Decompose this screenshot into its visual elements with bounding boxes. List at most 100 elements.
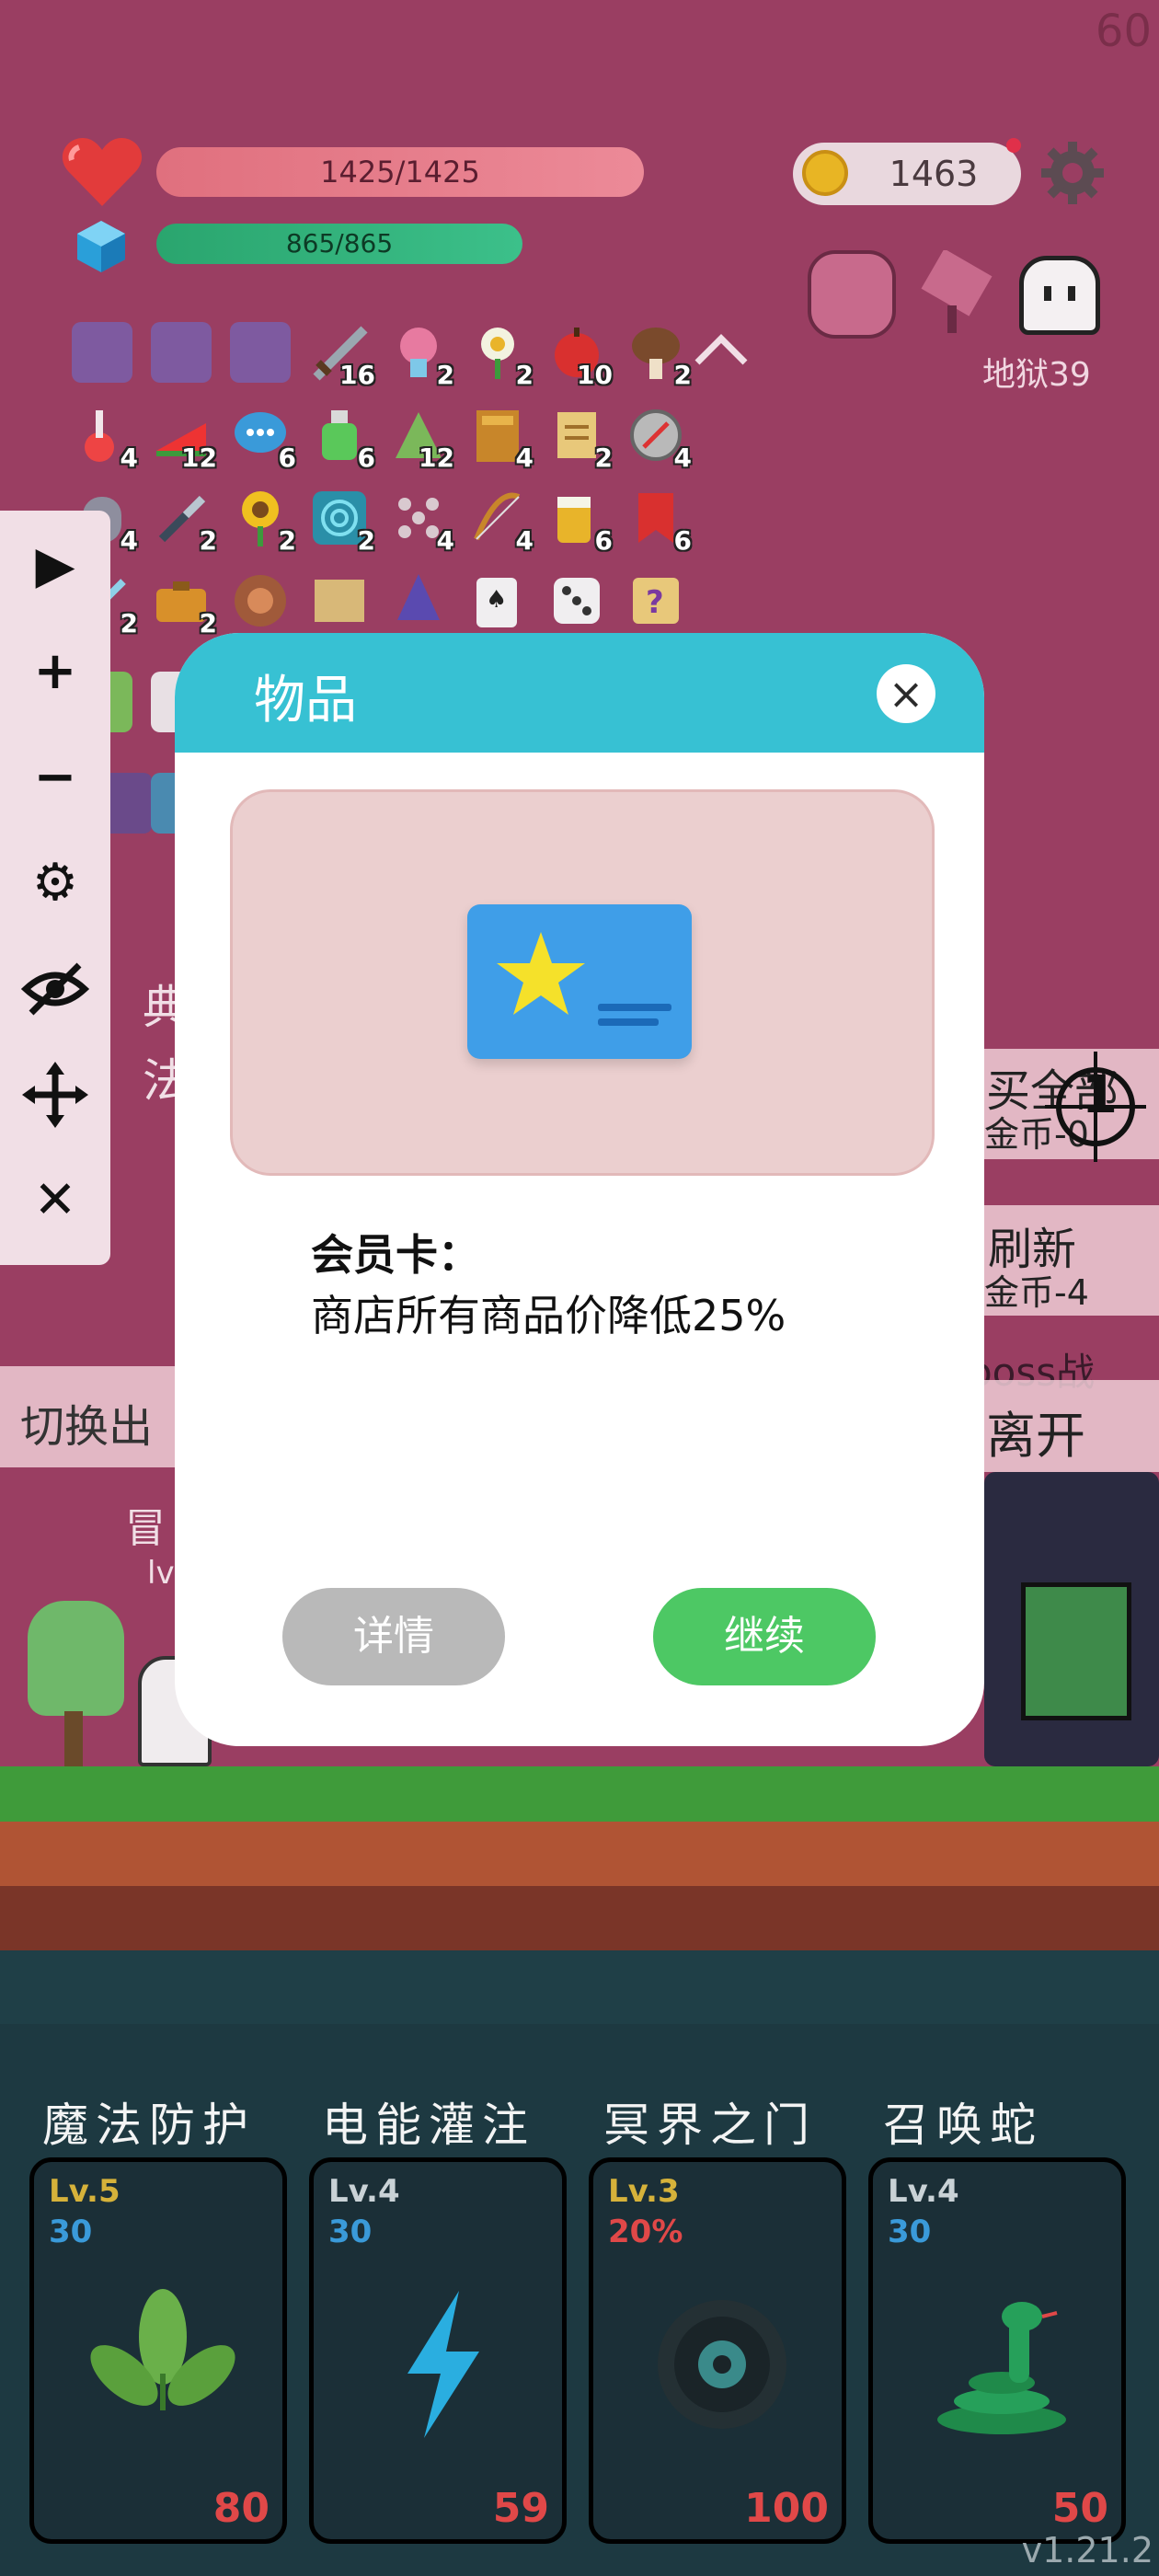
dirt bbox=[0, 1822, 1159, 1886]
inventory-item[interactable] bbox=[388, 570, 449, 631]
inventory-item[interactable]: 2 bbox=[546, 405, 613, 473]
dialog-title: 物品 bbox=[254, 671, 357, 730]
enemy-portrait-2 bbox=[911, 248, 999, 339]
inventory-item[interactable]: 2 bbox=[309, 488, 375, 556]
inventory-item[interactable]: 2 bbox=[625, 322, 692, 390]
settings-gear-icon[interactable]: ⚙ bbox=[18, 846, 92, 920]
refresh-button[interactable]: 刷新 金币-4 bbox=[975, 1205, 1159, 1316]
details-button[interactable]: 详情 bbox=[282, 1588, 505, 1685]
refresh-cost: 金币-4 bbox=[984, 1272, 1089, 1313]
settings-gear-icon[interactable] bbox=[1039, 140, 1106, 206]
inventory-item[interactable] bbox=[230, 570, 291, 631]
heart-icon bbox=[61, 136, 143, 210]
item-count: 10 bbox=[577, 360, 613, 390]
skill-level: Lv.5 bbox=[49, 2173, 120, 2210]
skill-card[interactable]: Lv.4 30 50 bbox=[868, 2157, 1126, 2544]
skill-level: Lv.3 bbox=[608, 2173, 680, 2210]
inventory-item[interactable]: 12 bbox=[388, 405, 454, 473]
switch-label: 切换出 bbox=[20, 1401, 154, 1453]
skill-title: 魔法防护 bbox=[42, 2099, 256, 2152]
inventory-item[interactable]: 4 bbox=[467, 405, 534, 473]
bg-text: 冒 bbox=[125, 1505, 166, 1552]
item-count: 6 bbox=[357, 443, 375, 473]
fps-counter: 60 bbox=[1095, 6, 1152, 57]
inventory-item[interactable]: 2 bbox=[230, 488, 296, 556]
svg-text:?: ? bbox=[646, 584, 664, 621]
zoom-in-icon[interactable]: + bbox=[18, 635, 92, 708]
skill-cost: 100 bbox=[744, 2485, 829, 2532]
item-count: 2 bbox=[120, 608, 138, 638]
item-count: 4 bbox=[515, 525, 534, 556]
inventory-item[interactable] bbox=[72, 322, 132, 383]
skill-level: Lv.4 bbox=[328, 2173, 400, 2210]
inventory-item[interactable]: 4 bbox=[72, 405, 138, 473]
target-count: 1 bbox=[1082, 1065, 1118, 1125]
inventory-item[interactable]: 2 bbox=[467, 322, 534, 390]
inventory-item[interactable]: 16 bbox=[309, 322, 375, 390]
move-arrows-icon[interactable] bbox=[18, 1058, 92, 1132]
tree-trunk bbox=[64, 1711, 83, 1766]
skill-level: Lv.4 bbox=[888, 2173, 959, 2210]
leave-button[interactable]: 离开 bbox=[975, 1380, 1159, 1472]
enemy-portrait-1 bbox=[808, 250, 896, 339]
item-count: 2 bbox=[278, 525, 296, 556]
item-description: 商店所有商品价降低25% bbox=[311, 1291, 786, 1340]
item-count: 16 bbox=[339, 360, 375, 390]
inventory-item[interactable] bbox=[151, 322, 212, 383]
inventory-item[interactable]: 12 bbox=[151, 405, 217, 473]
switch-button[interactable]: 切换出 bbox=[0, 1366, 184, 1467]
membership-card-icon bbox=[467, 904, 692, 1059]
skill-value: 30 bbox=[888, 2214, 932, 2250]
skill-card[interactable]: Lv.3 20% 100 bbox=[589, 2157, 846, 2544]
skill-value: 30 bbox=[49, 2214, 93, 2250]
hide-eye-icon[interactable] bbox=[18, 952, 92, 1026]
side-toolbar: ▶ + − ⚙ ✕ bbox=[0, 511, 110, 1265]
inventory-item[interactable] bbox=[546, 570, 607, 631]
enemy-monster-body bbox=[1021, 1582, 1131, 1720]
hp-text: 1425/1425 bbox=[320, 155, 480, 190]
skill-title: 电能灌注 bbox=[322, 2099, 535, 2152]
item-count: 6 bbox=[594, 525, 613, 556]
inventory-item[interactable]: 4 bbox=[625, 405, 692, 473]
inventory-item[interactable]: 6 bbox=[625, 488, 692, 556]
inventory-item[interactable]: 6 bbox=[230, 405, 296, 473]
item-count: 2 bbox=[673, 360, 692, 390]
version-label: v1.21.2 bbox=[1021, 2530, 1153, 2570]
skill-card[interactable]: Lv.5 30 80 bbox=[29, 2157, 287, 2544]
dirt-lower bbox=[0, 1886, 1159, 1950]
continue-button[interactable]: 继续 bbox=[653, 1588, 876, 1685]
item-count: 2 bbox=[436, 360, 454, 390]
leaf-icon bbox=[71, 2272, 255, 2456]
collapse-chevron-up-icon[interactable] bbox=[692, 331, 751, 368]
tree bbox=[28, 1601, 124, 1716]
inventory-item[interactable]: 2 bbox=[151, 570, 217, 638]
item-count: 2 bbox=[594, 443, 613, 473]
bg-text: lv bbox=[147, 1555, 175, 1592]
gold-amount: 1463 bbox=[889, 154, 979, 194]
snake-icon bbox=[910, 2272, 1094, 2456]
item-count: 6 bbox=[673, 525, 692, 556]
inventory-item[interactable]: ♠ bbox=[467, 570, 528, 631]
inventory-item[interactable]: 4 bbox=[388, 488, 454, 556]
skill-cost: 80 bbox=[212, 2485, 270, 2532]
inventory-item[interactable]: 6 bbox=[309, 405, 375, 473]
inventory-item[interactable]: 6 bbox=[546, 488, 613, 556]
grass bbox=[0, 1766, 1159, 1822]
skill-card[interactable]: Lv.4 30 59 bbox=[309, 2157, 567, 2544]
zoom-out-icon[interactable]: − bbox=[18, 741, 92, 814]
portal-icon bbox=[630, 2272, 814, 2456]
close-button[interactable]: × bbox=[877, 664, 935, 723]
skill-cost: 59 bbox=[492, 2485, 549, 2532]
inventory-item[interactable] bbox=[230, 322, 291, 383]
inventory-item[interactable] bbox=[309, 570, 370, 631]
item-count: 4 bbox=[436, 525, 454, 556]
item-dialog: 物品 × 会员卡： 商店所有商品价降低25% 详情 继续 bbox=[175, 633, 984, 1746]
close-icon[interactable]: ✕ bbox=[18, 1164, 92, 1237]
inventory-item[interactable]: 2 bbox=[151, 488, 217, 556]
inventory-item[interactable]: 2 bbox=[388, 322, 454, 390]
inventory-item[interactable]: 4 bbox=[467, 488, 534, 556]
play-icon[interactable]: ▶ bbox=[18, 529, 92, 603]
inventory-item[interactable]: ? bbox=[625, 570, 686, 631]
inventory-item[interactable]: 10 bbox=[546, 322, 613, 390]
item-count: 4 bbox=[120, 443, 138, 473]
